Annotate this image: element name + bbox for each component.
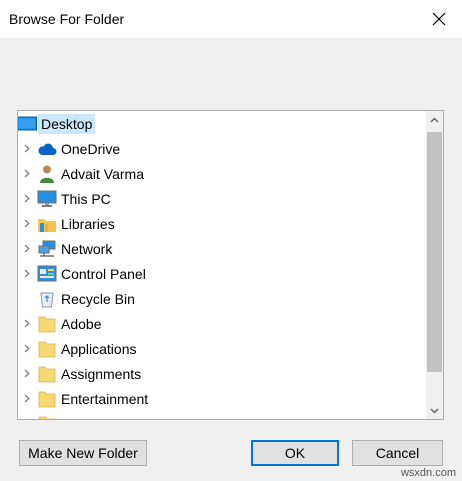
chevron-right-icon <box>24 419 30 420</box>
chevron-right-icon <box>24 344 30 353</box>
folder-icon <box>36 386 58 411</box>
expand-toggle[interactable] <box>18 136 36 161</box>
chevron-right-icon <box>24 244 30 253</box>
desktop-icon <box>18 111 38 136</box>
recycle-bin-icon <box>36 286 58 311</box>
tree-item[interactable]: OneDrive <box>18 136 123 161</box>
tree-item-label: G... <box>58 414 87 420</box>
tree-item[interactable]: Network <box>18 236 115 261</box>
ok-button[interactable]: OK <box>251 440 339 466</box>
chevron-right-icon <box>24 269 30 278</box>
folder-icon <box>36 411 58 419</box>
tree-item-label: Assignments <box>61 365 142 382</box>
expand-toggle[interactable] <box>18 386 36 411</box>
chevron-right-icon <box>24 219 30 228</box>
control-panel-icon <box>36 261 58 286</box>
expand-spacer <box>18 286 36 311</box>
scroll-up-button[interactable] <box>426 111 443 128</box>
chevron-up-icon <box>430 117 439 122</box>
expand-toggle[interactable] <box>18 411 36 420</box>
tree-item-label: Desktop <box>38 113 96 134</box>
make-new-folder-button[interactable]: Make New Folder <box>19 440 147 466</box>
close-button[interactable] <box>416 0 462 38</box>
expand-toggle[interactable] <box>18 361 36 386</box>
expand-toggle[interactable] <box>18 186 36 211</box>
tree-item-label: Entertainment <box>61 390 149 407</box>
tree-item[interactable]: Adobe <box>18 311 104 336</box>
tree-item[interactable]: Advait Varma <box>18 161 147 186</box>
chevron-right-icon <box>24 319 30 328</box>
tree-item[interactable]: Desktop <box>18 111 96 136</box>
chevron-right-icon <box>24 394 30 403</box>
vertical-scrollbar[interactable] <box>426 111 443 419</box>
tree-item[interactable]: This PC <box>18 186 114 211</box>
libraries-icon <box>36 211 58 236</box>
title-bar: Browse For Folder <box>0 0 462 38</box>
folder-icon <box>36 336 58 361</box>
scrollbar-thumb[interactable] <box>427 132 442 372</box>
user-icon <box>36 161 58 186</box>
tree-item[interactable]: Libraries <box>18 211 118 236</box>
close-icon <box>432 12 446 26</box>
expand-toggle[interactable] <box>18 236 36 261</box>
tree-item[interactable]: Entertainment <box>18 386 151 411</box>
chevron-right-icon <box>24 144 30 153</box>
window-title: Browse For Folder <box>9 11 125 27</box>
computer-icon <box>36 186 58 211</box>
tree-item[interactable]: Applications <box>18 336 140 361</box>
tree-item-label: Recycle Bin <box>61 290 135 307</box>
watermark: wsxdn.com <box>400 467 456 479</box>
cancel-button[interactable]: Cancel <box>352 440 443 466</box>
expand-toggle[interactable] <box>18 261 36 286</box>
network-icon <box>36 236 58 261</box>
chevron-down-icon <box>430 408 439 413</box>
folder-icon <box>36 311 58 336</box>
tree-item[interactable]: Recycle Bin <box>18 286 138 311</box>
tree-item-label: Advait Varma <box>61 165 144 182</box>
tree-item[interactable]: Control Panel <box>18 261 149 286</box>
tree-item-label: This PC <box>61 190 111 207</box>
expand-toggle[interactable] <box>18 161 36 186</box>
chevron-right-icon <box>24 369 30 378</box>
expand-toggle[interactable] <box>18 336 36 361</box>
tree-item[interactable]: G... <box>18 411 87 420</box>
tree-item-label: Libraries <box>61 215 115 232</box>
chevron-right-icon <box>24 169 30 178</box>
folder-tree[interactable]: Desktop OneDrive Advait Varma This PC Librar… <box>17 110 444 420</box>
tree-item-label: OneDrive <box>61 140 121 157</box>
tree-item-label: Network <box>61 240 113 257</box>
cloud-icon <box>36 136 58 161</box>
tree-item-label: Adobe <box>61 315 102 332</box>
scroll-down-button[interactable] <box>426 402 443 419</box>
expand-toggle[interactable] <box>18 311 36 336</box>
chevron-right-icon <box>24 194 30 203</box>
tree-item-label: Control Panel <box>61 265 146 282</box>
folder-icon <box>36 361 58 386</box>
tree-item-label: Applications <box>61 340 137 357</box>
tree-item[interactable]: Assignments <box>18 361 144 386</box>
expand-toggle[interactable] <box>18 211 36 236</box>
